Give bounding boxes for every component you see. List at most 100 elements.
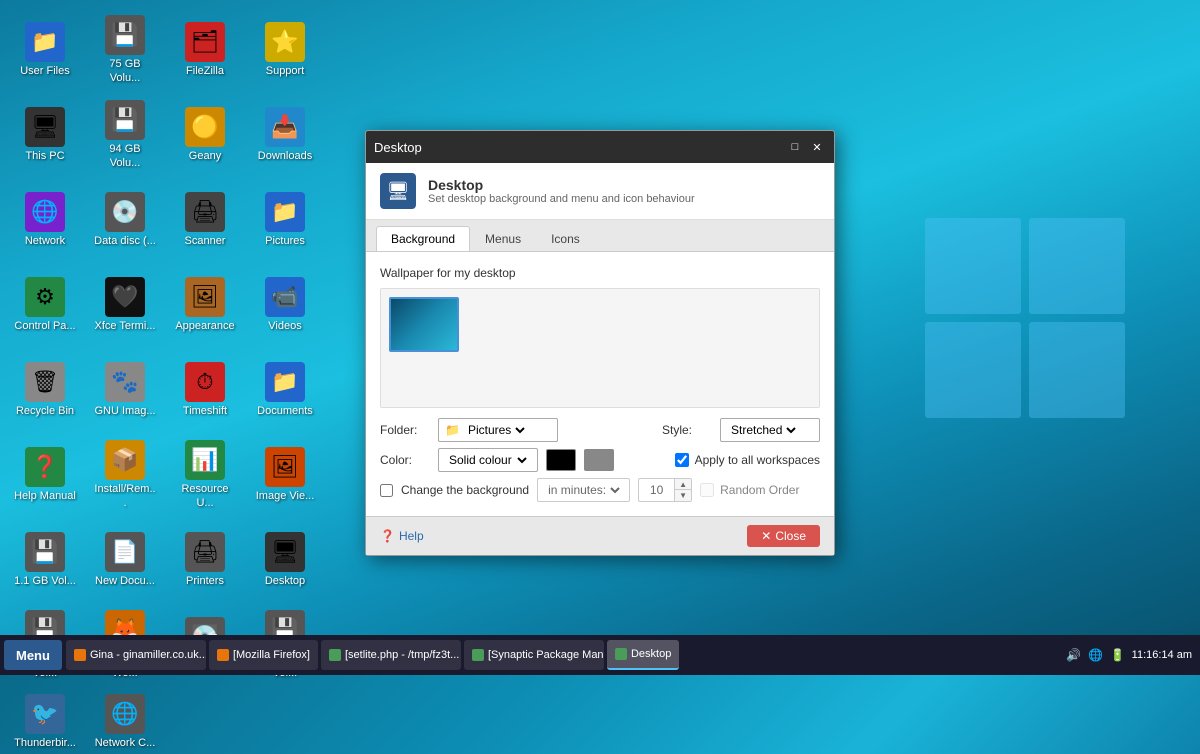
icon-img-resource-u: 📊 — [185, 440, 225, 480]
desktop-icon-thunderbird[interactable]: 🐦 Thunderbir... — [10, 690, 80, 754]
desktop-icon-user-files[interactable]: 📁 User Files — [10, 10, 80, 90]
icon-label-vol-94gb: 94 GB Volu... — [94, 143, 156, 169]
color-select[interactable]: Solid colour Gradient Transparent — [445, 452, 530, 468]
desktop-icon-filezilla[interactable]: 🗂 FileZilla — [170, 10, 240, 90]
desktop-icon-appearance[interactable]: 🖼 Appearance — [170, 265, 240, 345]
taskbar-dot — [329, 649, 341, 661]
desktop-icon-timeshift[interactable]: ⏱ Timeshift — [170, 350, 240, 430]
spinner-input[interactable] — [639, 481, 674, 499]
desktop-icon-gnu-img[interactable]: 🐾 GNU Imag... — [90, 350, 160, 430]
desktop-icon-data-disc[interactable]: 💿 Data disc (... — [90, 180, 160, 260]
icon-label-image-view: Image Vie... — [256, 490, 315, 503]
wallpaper-grid[interactable] — [380, 288, 820, 408]
win-pane-3 — [925, 322, 1021, 418]
icon-img-recycle-bin: 🗑 — [25, 362, 65, 402]
desktop-icon-desktop[interactable]: 🖥 Desktop — [250, 520, 320, 600]
minutes-select[interactable]: in minutes: — [544, 482, 623, 498]
desktop-icon-network-c[interactable]: 🌐 Network C... — [90, 690, 160, 754]
app-desc: Set desktop background and menu and icon… — [428, 193, 695, 205]
taskbar-app-desktop[interactable]: Desktop — [607, 640, 679, 670]
icon-img-geany: 🟡 — [185, 107, 225, 147]
desktop-icon-new-doc[interactable]: 📄 New Docu... — [90, 520, 160, 600]
dialog-body: Wallpaper for my desktop Folder: 📁 Pictu… — [366, 252, 834, 516]
desktop-icon-vol-75gb[interactable]: 💾 75 GB Volu... — [90, 10, 160, 90]
icon-label-gnu-img: GNU Imag... — [94, 405, 155, 418]
desktop-icon-geany[interactable]: 🟡 Geany — [170, 95, 240, 175]
desktop-icon-scanner[interactable]: 🖨 Scanner — [170, 180, 240, 260]
random-order-row: Random Order — [700, 483, 799, 497]
apply-all-row: Apply to all workspaces — [675, 453, 820, 467]
wallpaper-thumb-1[interactable] — [389, 297, 459, 352]
tab-background[interactable]: Background — [376, 226, 470, 251]
icon-label-resource-u: Resource U... — [174, 483, 236, 509]
icon-label-pictures: Pictures — [265, 235, 305, 248]
folder-select-box[interactable]: 📁 Pictures — [438, 418, 558, 442]
folder-select[interactable]: Pictures — [464, 422, 528, 438]
tab-icons[interactable]: Icons — [536, 226, 595, 251]
tray-icon-3[interactable]: 🔋 — [1110, 647, 1126, 663]
desktop-icon-resource-u[interactable]: 📊 Resource U... — [170, 435, 240, 515]
desktop-icon-vol-94gb[interactable]: 💾 94 GB Volu... — [90, 95, 160, 175]
desktop-icon-downloads[interactable]: 📥 Downloads — [250, 95, 320, 175]
apply-all-label: Apply to all workspaces — [695, 453, 820, 467]
windows-logo — [925, 218, 1125, 418]
desktop-icon-image-view[interactable]: 🖼 Image Vie... — [250, 435, 320, 515]
taskbar-app--mozilla-firefox-[interactable]: [Mozilla Firefox] — [209, 640, 318, 670]
desktop-icon-documents[interactable]: 📁 Documents — [250, 350, 320, 430]
tray-icon-1[interactable]: 🔊 — [1066, 647, 1082, 663]
icon-label-vol-75gb: 75 GB Volu... — [94, 58, 156, 84]
start-button[interactable]: Menu — [4, 640, 62, 670]
primary-color-swatch[interactable] — [546, 449, 576, 471]
tab-menus[interactable]: Menus — [470, 226, 536, 251]
change-bg-checkbox[interactable] — [380, 484, 393, 497]
icon-img-help-manual: ❓ — [25, 447, 65, 487]
maximize-button[interactable]: □ — [786, 138, 804, 156]
spinner-down[interactable]: ▼ — [675, 490, 691, 501]
desktop-icon-help-manual[interactable]: ❓ Help Manual — [10, 435, 80, 515]
icon-label-user-files: User Files — [20, 65, 70, 78]
icon-img-data-disc: 💿 — [105, 192, 145, 232]
desktop-icon-xfce-term[interactable]: 🖤 Xfce Termi... — [90, 265, 160, 345]
close-x-icon: ✕ — [761, 529, 771, 543]
desktop-icon-support[interactable]: ⭐ Support — [250, 10, 320, 90]
tray-icon-2[interactable]: 🌐 — [1088, 647, 1104, 663]
icon-img-xfce-term: 🖤 — [105, 277, 145, 317]
desktop-icon-this-pc[interactable]: 🖥 This PC — [10, 95, 80, 175]
app-name: Desktop — [428, 177, 695, 193]
desktop-icon-videos[interactable]: 📹 Videos — [250, 265, 320, 345]
close-dialog-button[interactable]: ✕ Close — [747, 525, 820, 547]
icon-label-thunderbird: Thunderbir... — [14, 737, 76, 750]
help-link[interactable]: ❓ Help — [380, 529, 424, 543]
desktop-icon-pictures[interactable]: 📁 Pictures — [250, 180, 320, 260]
random-order-checkbox[interactable] — [700, 483, 714, 497]
taskbar-app--synaptic-package-man-[interactable]: [Synaptic Package Man... — [464, 640, 604, 670]
icon-img-documents: 📁 — [265, 362, 305, 402]
desktop-icon-printers[interactable]: 🖨 Printers — [170, 520, 240, 600]
win-pane-2 — [1029, 218, 1125, 314]
desktop-icon-vol-11gb[interactable]: 💾 1.1 GB Vol... — [10, 520, 80, 600]
folder-icon: 📁 — [445, 423, 460, 437]
taskbar-app--setlite-php-tmp-fz3t-[interactable]: [setlite.php - /tmp/fz3t... — [321, 640, 461, 670]
taskbar-app-gina-ginamiller-co-uk-[interactable]: Gina - ginamiller.co.uk... — [66, 640, 206, 670]
icon-label-data-disc: Data disc (... — [94, 235, 156, 248]
icon-label-desktop: Desktop — [265, 575, 305, 588]
icon-label-filezilla: FileZilla — [186, 65, 224, 78]
icon-img-vol-75gb: 💾 — [105, 15, 145, 55]
style-select[interactable]: Stretched Zoomed Centered Tiled Scaled S… — [727, 422, 799, 438]
spinner-up[interactable]: ▲ — [675, 479, 691, 490]
apply-all-checkbox[interactable] — [675, 453, 689, 467]
change-bg-label: Change the background — [401, 483, 529, 497]
color-select-box[interactable]: Solid colour Gradient Transparent — [438, 448, 538, 472]
style-select-box[interactable]: Stretched Zoomed Centered Tiled Scaled S… — [720, 418, 820, 442]
icon-img-image-view: 🖼 — [265, 447, 305, 487]
desktop-icon-control-pa[interactable]: ⚙ Control Pa... — [10, 265, 80, 345]
desktop-icon-recycle-bin[interactable]: 🗑 Recycle Bin — [10, 350, 80, 430]
icon-img-vol-94gb: 💾 — [105, 100, 145, 140]
desktop-icon-network[interactable]: 🌐 Network — [10, 180, 80, 260]
icon-img-support: ⭐ — [265, 22, 305, 62]
desktop-icon-install-rem[interactable]: 📦 Install/Rem... — [90, 435, 160, 515]
close-window-button[interactable]: ✕ — [808, 138, 826, 156]
icon-label-network: Network — [25, 235, 65, 248]
secondary-color-swatch[interactable] — [584, 449, 614, 471]
minutes-select-box[interactable]: in minutes: — [537, 478, 630, 502]
